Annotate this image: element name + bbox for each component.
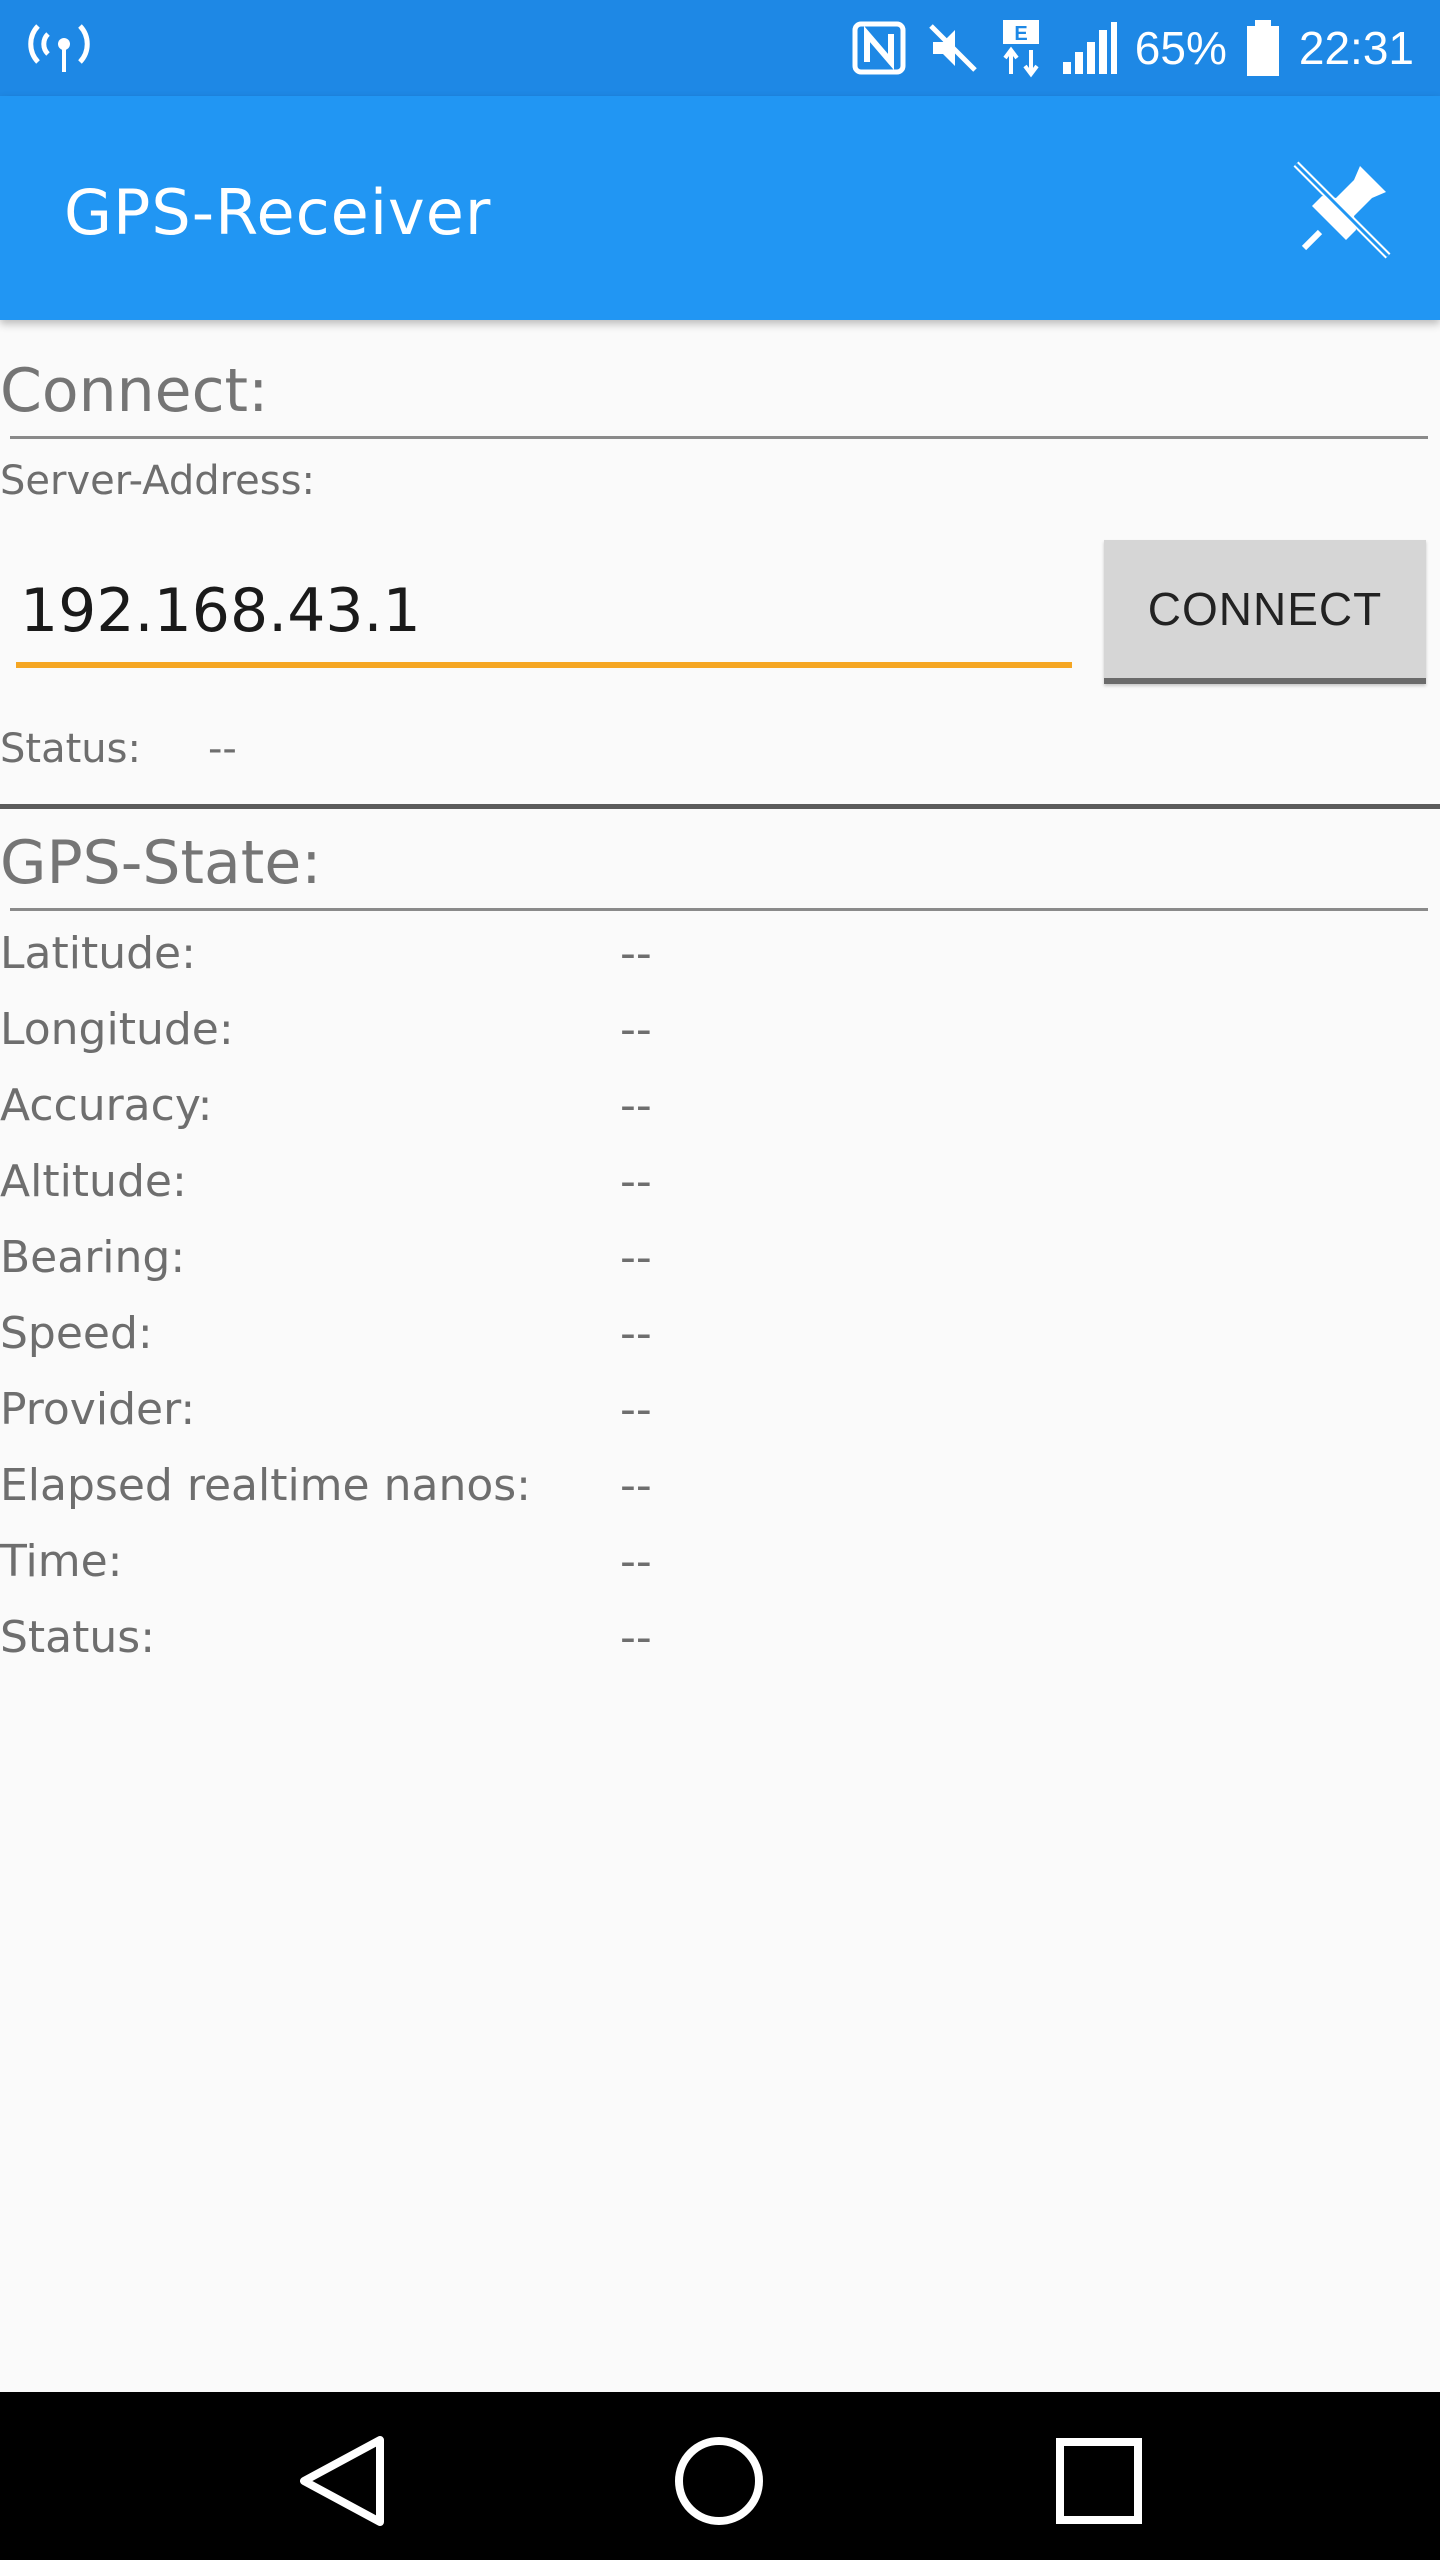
pin-off-icon[interactable] [1290,158,1394,262]
gps-row-label: Provider: [0,1384,196,1435]
gps-row-label: Latitude: [0,928,196,979]
gps-row-latitude: Latitude: -- [0,928,1440,998]
gps-row-value: -- [620,928,652,979]
navigation-bar [0,2392,1440,2560]
section-separator [0,804,1440,809]
server-address-underline [16,662,1072,668]
signal-icon [1062,22,1117,74]
gps-row-value: -- [620,1308,652,1359]
gps-row-label: Longitude: [0,1004,234,1055]
gps-row-value: -- [620,1156,652,1207]
gps-section-title: GPS-State: [0,828,322,898]
gps-row-label: Accuracy: [0,1080,213,1131]
gps-row-time: Time: -- [0,1536,1440,1606]
nfc-icon [852,21,906,75]
gps-row-label: Time: [0,1536,123,1587]
recents-square-icon[interactable] [1044,2426,1154,2536]
connect-section-divider [10,436,1428,439]
gps-row-elapsed-realtime-nanos: Elapsed realtime nanos: -- [0,1460,1440,1530]
gps-row-value: -- [620,1004,652,1055]
battery-percent: 65% [1134,22,1227,74]
svg-text:E: E [1014,23,1027,45]
gps-row-label: Elapsed realtime nanos: [0,1460,532,1511]
gps-row-value: -- [620,1460,652,1511]
home-circle-icon[interactable] [664,2426,774,2536]
server-address-label: Server-Address: [0,458,315,504]
gps-row-provider: Provider: -- [0,1384,1440,1454]
gps-row-label: Bearing: [0,1232,186,1283]
gps-row-altitude: Altitude: -- [0,1156,1440,1226]
gps-row-label: Speed: [0,1308,153,1359]
battery-icon [1246,20,1279,76]
gps-section-divider [10,908,1428,911]
vibrate-mute-icon [929,24,977,72]
gps-row-value: -- [620,1232,652,1283]
data-transfer-icon: E [1002,20,1039,78]
connection-status-label: Status: [0,726,141,772]
gps-row-accuracy: Accuracy: -- [0,1080,1440,1150]
gps-row-label: Status: [0,1612,156,1663]
gps-row-value: -- [620,1612,652,1663]
gps-row-bearing: Bearing: -- [0,1232,1440,1302]
app-title: GPS-Receiver [64,176,492,249]
connect-button[interactable]: CONNECT [1104,540,1426,684]
gps-row-speed: Speed: -- [0,1308,1440,1378]
back-triangle-icon[interactable] [286,2426,396,2536]
connect-section-title: Connect: [0,356,269,426]
connection-status-value: -- [208,726,237,772]
gps-row-value: -- [620,1536,652,1587]
gps-row-value: -- [620,1384,652,1435]
gps-row-label: Altitude: [0,1156,187,1207]
clock: 22:31 [1298,22,1414,74]
gps-row-longitude: Longitude: -- [0,1004,1440,1074]
hotspot-icon [28,24,90,72]
gps-row-status: Status: -- [0,1612,1440,1682]
server-address-input[interactable] [14,556,1072,666]
app-bar: GPS-Receiver [0,96,1440,320]
gps-row-value: -- [620,1080,652,1131]
status-bar: E 65% 22:31 [0,0,1440,96]
